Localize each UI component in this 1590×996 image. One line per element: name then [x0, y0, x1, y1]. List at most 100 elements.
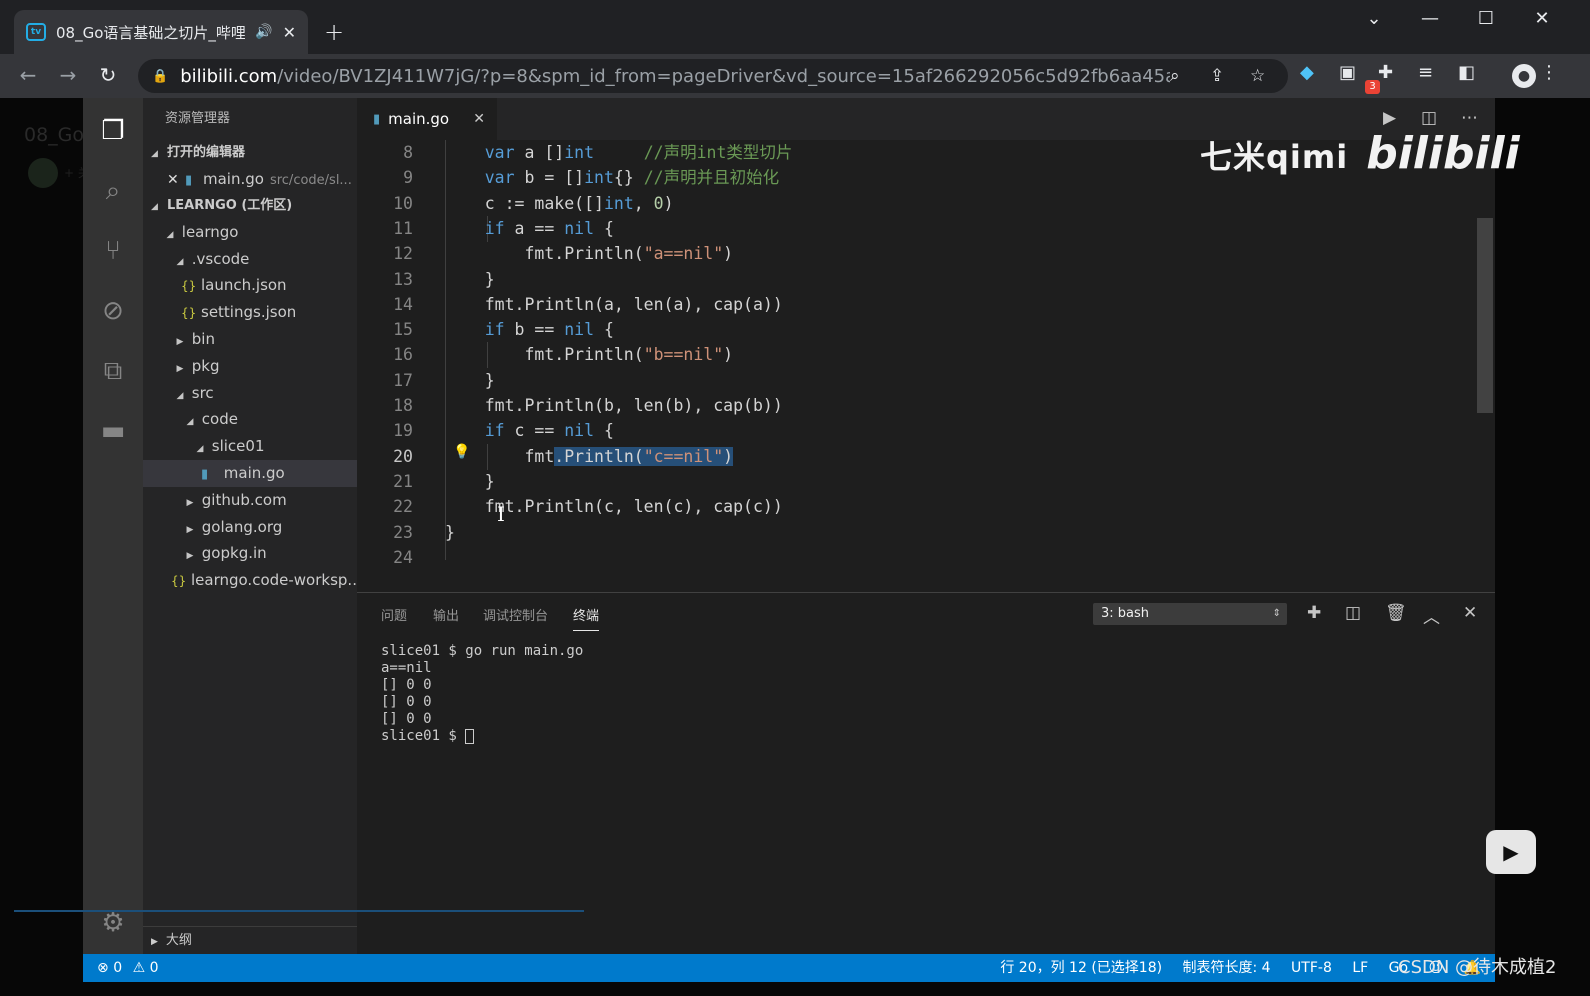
tree-folder-github[interactable]: ▶ github.com: [143, 487, 357, 514]
video-progress-bar[interactable]: [14, 910, 584, 912]
extensions-puzzle-icon[interactable]: ✚: [1378, 62, 1393, 83]
minimize-icon[interactable]: —: [1410, 8, 1450, 29]
side-panel-icon[interactable]: ◧: [1458, 62, 1475, 83]
scrollbar-slider[interactable]: [1477, 218, 1493, 413]
tab-search-icon[interactable]: ⌄: [1354, 8, 1394, 29]
terminal-line: [] 0 0: [381, 694, 432, 710]
tab-size[interactable]: 制表符长度: 4: [1183, 960, 1271, 976]
open-editors-section[interactable]: ◢ 打开的编辑器: [143, 140, 357, 166]
tab-close-icon[interactable]: ✕: [283, 23, 296, 42]
line-number: 22: [393, 497, 413, 517]
terminal-select[interactable]: 3: bash ⇕: [1093, 603, 1287, 625]
tree-folder-gopkg[interactable]: ▶ gopkg.in: [143, 540, 357, 567]
chevron-down-icon: ◢: [196, 444, 204, 455]
tab-title: 08_Go语言基础之切片_哔哩: [56, 23, 246, 42]
cursor-position[interactable]: 行 20，列 12 (已选择18): [1000, 960, 1162, 976]
address-bar[interactable]: 🔒 bilibili.com/video/BV1ZJ411W7jG/?p=8&s…: [138, 59, 1288, 93]
tree-folder-bin[interactable]: ▶ bin: [143, 326, 357, 353]
reload-icon[interactable]: ↻: [94, 63, 122, 87]
tree-folder-slice01[interactable]: ◢ slice01: [143, 433, 357, 460]
code-editor[interactable]: 8 9 10 11 12 13 14 15 16 17 18 19 20 21 22 23 24 var a […: [357, 140, 1477, 592]
tab-problems[interactable]: 问题: [381, 605, 407, 624]
diamond-extension-icon[interactable]: ◆: [1300, 62, 1314, 83]
code-line: fmt.Println(a, len(a), cap(a)): [445, 294, 783, 314]
code-line: if b == nil {: [484, 320, 614, 340]
folder-icon[interactable]: ▬: [83, 406, 143, 456]
code-line: c := make([]int, 0): [445, 193, 674, 213]
code-line: fmt.Println("a==nil"): [445, 244, 734, 264]
close-window-icon[interactable]: ✕: [1522, 8, 1562, 29]
close-icon[interactable]: ✕: [167, 167, 185, 193]
open-editor-item[interactable]: ✕ ▮ main.go src/code/sl...: [143, 166, 357, 193]
trash-icon[interactable]: 🗑: [1385, 603, 1407, 623]
video-player[interactable]: 08_Go语言基础之切片 + 关注 ❐ ⌕ ⑂ ⊘ ⧉ ▬ ⚙ 资源管理器 ◢打…: [0, 98, 1590, 996]
json-file-icon: {}: [181, 279, 197, 294]
tree-file-workspace[interactable]: {} learngo.code-worksp...: [143, 567, 357, 594]
explorer-header: 资源管理器: [165, 111, 231, 126]
workspace-section[interactable]: ◢ LEARNGO (工作区): [143, 193, 357, 219]
tree-folder-src[interactable]: ◢ src: [143, 380, 357, 407]
share-icon[interactable]: ⇪: [1210, 66, 1224, 86]
line-number: 19: [393, 421, 413, 441]
watermark-logo: 七米qimi bilibili: [1200, 128, 1520, 179]
terminal-line: [] 0 0: [381, 711, 432, 727]
new-tab-button[interactable]: +: [324, 18, 344, 46]
tree-folder-golang[interactable]: ▶ golang.org: [143, 514, 357, 541]
tab-terminal[interactable]: 终端: [573, 605, 600, 631]
audio-playing-icon[interactable]: 🔊: [255, 24, 272, 40]
close-icon[interactable]: ✕: [473, 111, 485, 127]
bilibili-tv-icon[interactable]: ▶: [1486, 830, 1536, 874]
problems-status[interactable]: ⊗ 0 ⚠ 0: [97, 954, 159, 982]
settings-gear-icon[interactable]: ⚙: [83, 898, 143, 948]
tree-folder-pkg[interactable]: ▶ pkg: [143, 353, 357, 380]
maximize-icon[interactable]: ☐: [1466, 8, 1506, 29]
menu-kebab-icon[interactable]: ⋮: [1540, 62, 1558, 83]
close-panel-icon[interactable]: ✕: [1463, 603, 1477, 623]
chevron-down-icon: ◢: [166, 229, 174, 240]
code-line: fmt.Println(c, len(c), cap(c)): [445, 497, 783, 517]
tree-file-settings-json[interactable]: {} settings.json: [143, 299, 357, 326]
lock-icon[interactable]: 🔒: [152, 69, 168, 84]
run-icon[interactable]: ▶: [1383, 108, 1396, 128]
tab-output[interactable]: 输出: [433, 605, 459, 624]
encoding[interactable]: UTF-8: [1291, 960, 1332, 976]
maximize-panel-icon[interactable]: ︿: [1423, 603, 1440, 628]
zoom-icon[interactable]: ⌕: [1170, 66, 1180, 86]
video-extension-icon[interactable]: ▣: [1339, 62, 1356, 83]
activity-bar: ❐ ⌕ ⑂ ⊘ ⧉ ▬ ⚙: [83, 98, 143, 954]
code-line: }: [445, 522, 455, 542]
back-icon[interactable]: ←: [14, 63, 42, 87]
debug-icon[interactable]: ⊘: [83, 286, 143, 336]
code-line: if c == nil {: [484, 421, 614, 441]
profile-avatar-icon[interactable]: ●: [1512, 64, 1536, 88]
media-control-icon[interactable]: ≡: [1418, 62, 1433, 83]
tree-folder-learngo[interactable]: ◢ learngo: [143, 219, 357, 246]
source-control-icon[interactable]: ⑂: [83, 226, 143, 276]
browser-tab[interactable]: tv 08_Go语言基础之切片_哔哩 🔊 ✕: [14, 10, 308, 54]
tree-file-launch-json[interactable]: {} launch.json: [143, 272, 357, 299]
extensions-icon[interactable]: ⧉: [83, 346, 143, 396]
explorer-icon[interactable]: ❐: [83, 106, 143, 156]
tree-folder-vscode[interactable]: ◢ .vscode: [143, 246, 357, 273]
code-line: if a == nil {: [484, 218, 614, 238]
editor-tab-main-go[interactable]: ▮ main.go ✕: [357, 98, 497, 140]
more-actions-icon[interactable]: ⋯: [1461, 108, 1478, 128]
tree-folder-code[interactable]: ◢ code: [143, 406, 357, 433]
line-number: 24: [393, 547, 413, 567]
bookmark-star-icon[interactable]: ☆: [1250, 66, 1265, 86]
line-number: 18: [393, 396, 413, 415]
tab-debug-console[interactable]: 调试控制台: [483, 605, 548, 624]
line-number: 11: [393, 218, 413, 238]
forward-icon[interactable]: →: [54, 63, 82, 87]
split-editor-icon[interactable]: ◫: [1421, 108, 1437, 128]
outline-section[interactable]: ▶ 大纲: [143, 926, 357, 954]
search-icon[interactable]: ⌕: [83, 166, 143, 216]
code-line: var b = []int{} //声明并且初始化: [484, 168, 780, 188]
terminal-output[interactable]: slice01 $ go run main.go a==nil[] 0 0[] 0…: [381, 643, 583, 745]
split-terminal-icon[interactable]: ◫: [1345, 603, 1361, 623]
url-text[interactable]: bilibili.com/video/BV1ZJ411W7jG/?p=8&spm…: [180, 66, 1170, 87]
lightbulb-icon[interactable]: 💡: [453, 444, 470, 460]
end-of-line[interactable]: LF: [1352, 960, 1368, 976]
tree-file-main-go[interactable]: ▮ main.go: [143, 459, 357, 487]
new-terminal-icon[interactable]: ✚: [1307, 603, 1321, 623]
